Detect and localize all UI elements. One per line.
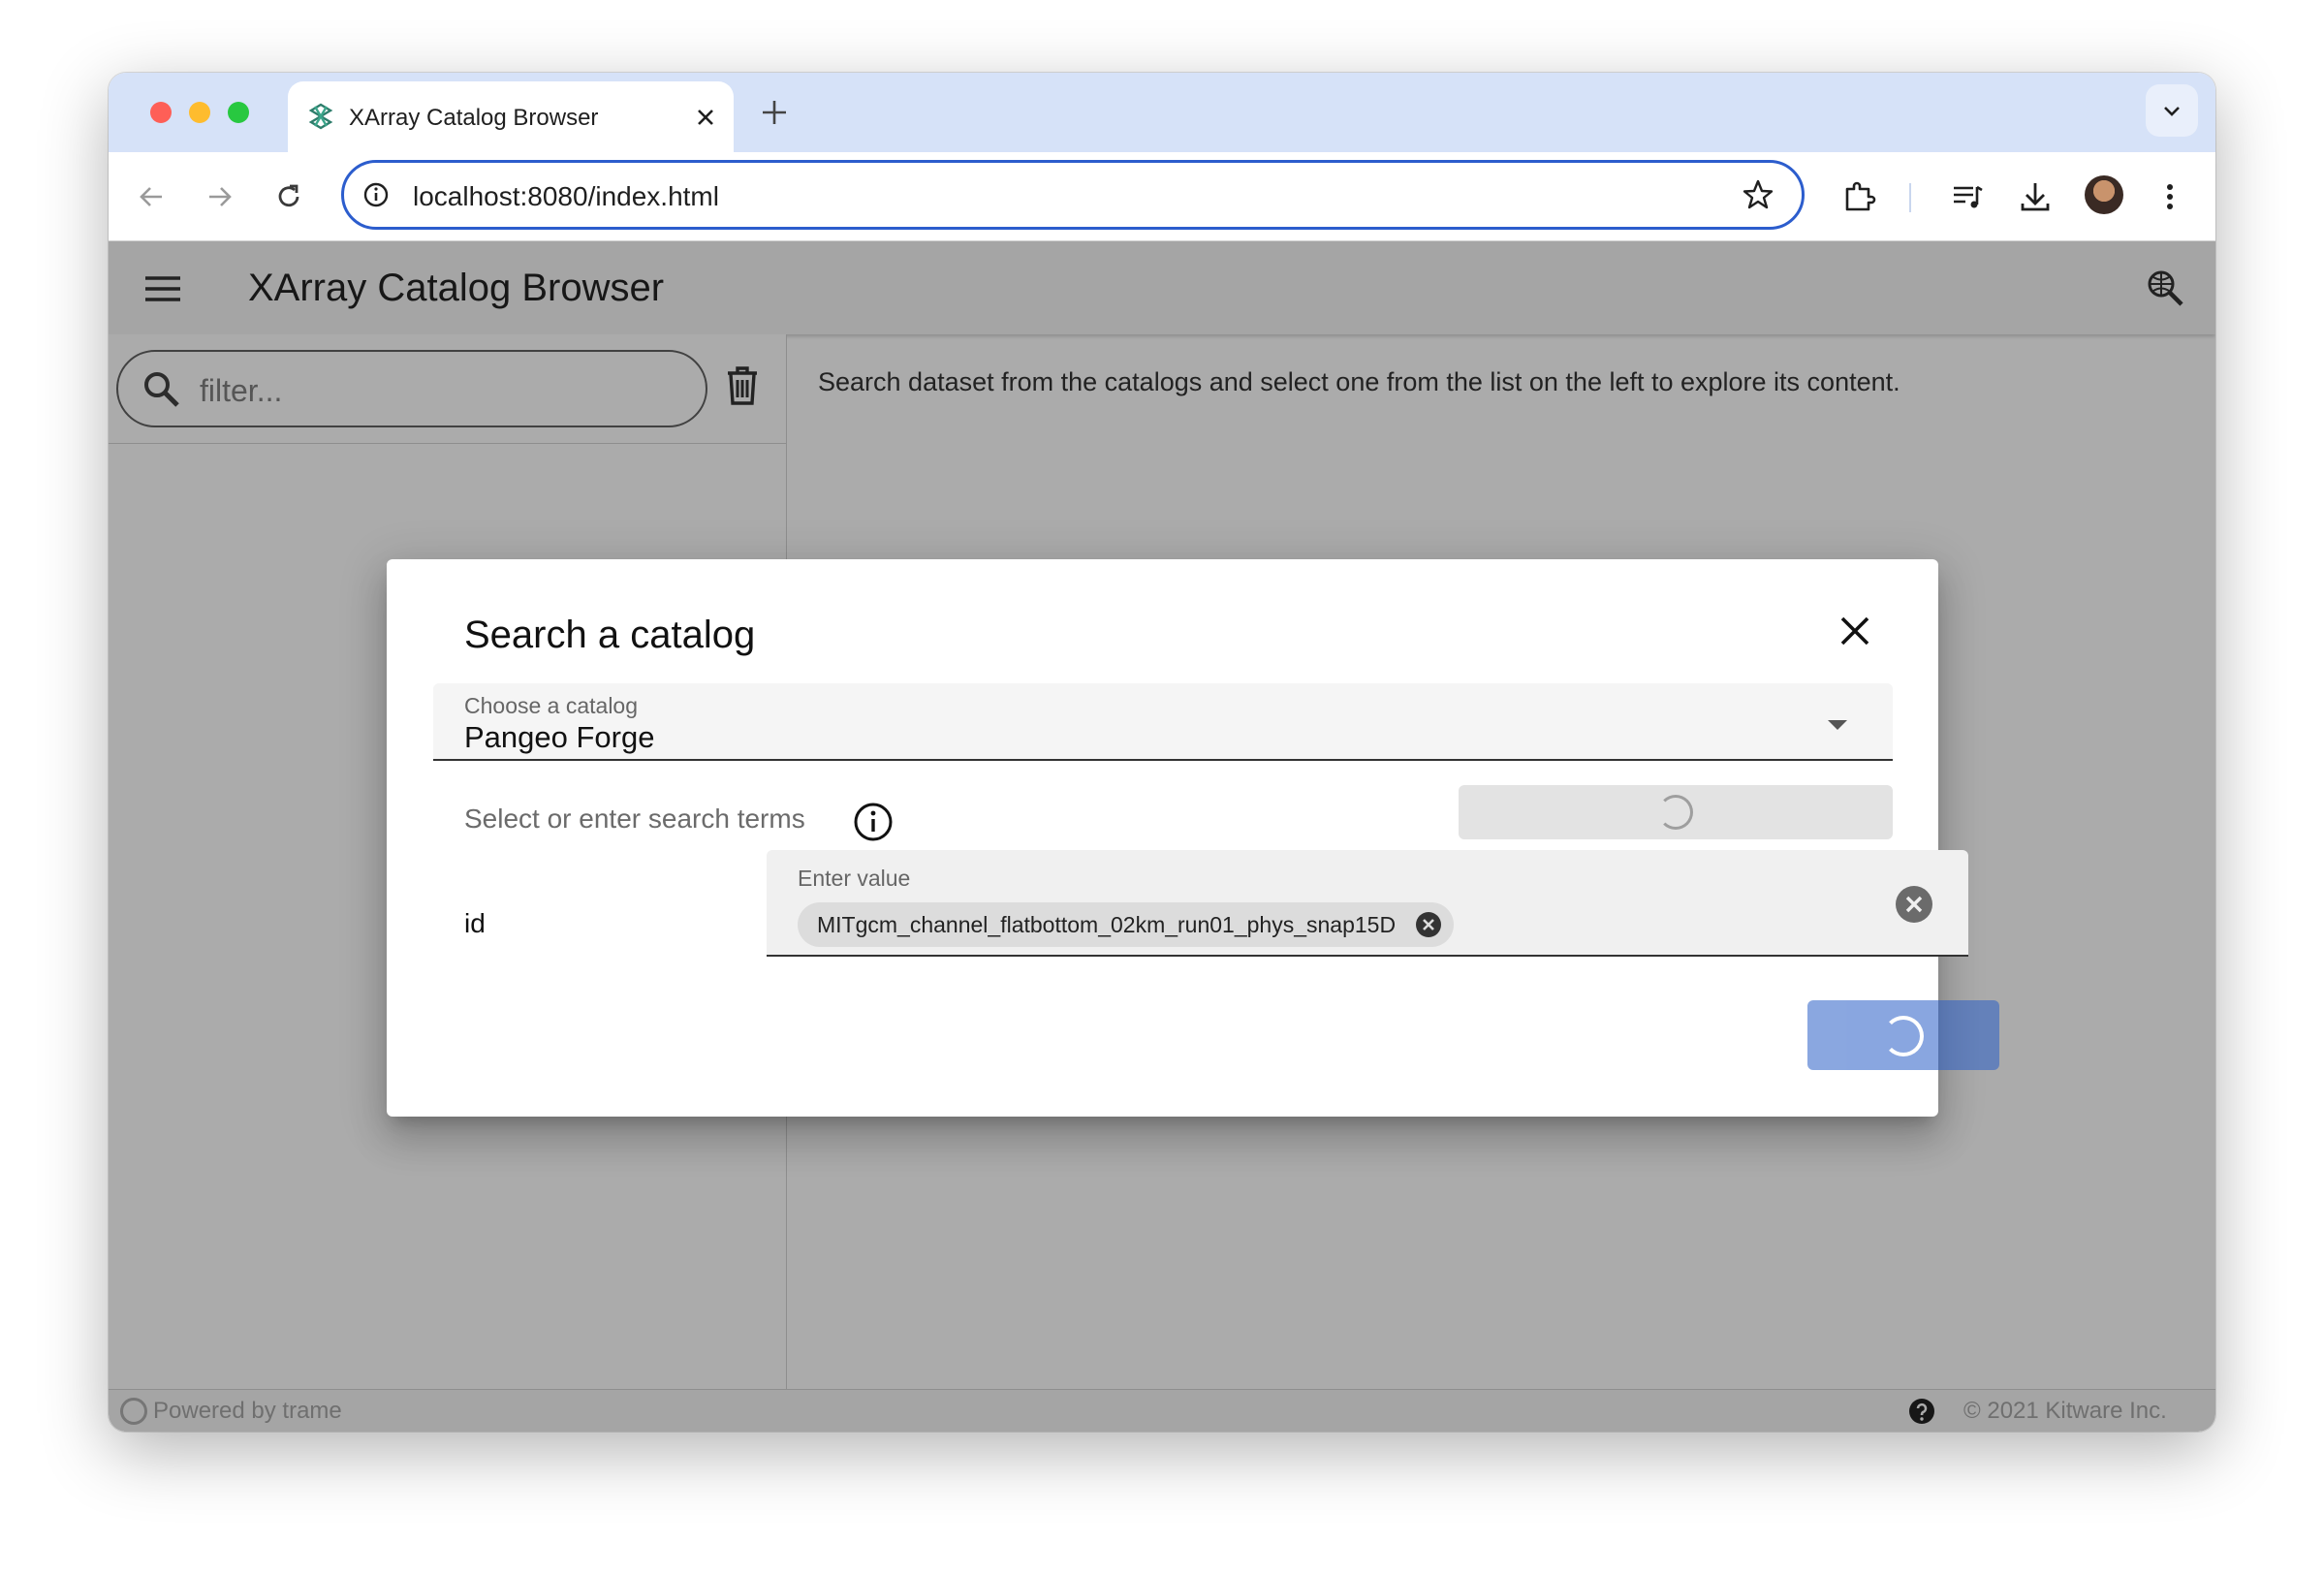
toolbar-divider [1909,183,1911,212]
close-icon[interactable] [693,105,718,130]
extensions-icon[interactable] [1841,179,1876,214]
tab-title: XArray Catalog Browser [349,105,599,131]
browser-tab[interactable]: XArray Catalog Browser [288,81,734,152]
maximize-window-button[interactable] [228,102,249,123]
chip-label: MITgcm_channel_flatbottom_02km_run01_phy… [817,911,1397,937]
tab-strip: XArray Catalog Browser [109,73,2215,152]
back-arrow-icon [140,187,162,206]
value-field-label: Enter value [798,866,911,891]
dialog-title: Search a catalog [464,614,756,656]
search-catalog-dialog: Search a catalog Choose a catalog Pangeo… [387,559,1999,1117]
close-icon[interactable] [1415,911,1442,938]
catalog-select[interactable]: Choose a catalog Pangeo Forge [433,683,1893,761]
plus-icon[interactable] [760,98,789,127]
trame-favicon [308,103,333,130]
tab-search-button[interactable] [2146,84,2198,137]
spinner-icon [1658,795,1693,830]
value-chip[interactable]: MITgcm_channel_flatbottom_02km_run01_phy… [798,902,1455,947]
forward-arrow-icon [209,187,232,206]
browser-window: XArray Catalog Browser localhost:8080/in… [109,73,2215,1432]
avatar[interactable] [2085,175,2123,214]
star-icon[interactable] [1742,178,1774,211]
search-terms-label: Select or enter search terms [464,804,805,834]
download-icon[interactable] [2018,179,2053,214]
address-bar[interactable]: localhost:8080/index.html [341,160,1805,230]
close-window-button[interactable] [150,102,172,123]
reload-icon [278,184,299,207]
forward-button[interactable] [203,179,237,214]
catalog-select-value: Pangeo Forge [464,720,655,754]
url-text: localhost:8080/index.html [413,181,719,211]
clear-icon[interactable] [1895,885,1933,924]
add-term-button[interactable] [1459,785,1893,839]
back-button[interactable] [134,179,169,214]
term-name: id [464,908,486,938]
catalog-select-label: Choose a catalog [464,693,639,718]
more-vert-icon[interactable] [2160,179,2180,214]
info-icon[interactable] [853,802,894,842]
term-value-field[interactable]: Enter value MITgcm_channel_flatbottom_02… [767,850,1968,957]
info-icon[interactable] [361,180,391,209]
chevron-down-icon [2164,107,2180,116]
media-icon[interactable] [1950,179,1985,214]
chevron-down-icon [1828,720,1847,730]
search-button[interactable] [1807,1000,1999,1070]
browser-toolbar: localhost:8080/index.html [109,152,2215,241]
minimize-window-button[interactable] [189,102,210,123]
close-icon[interactable] [1837,614,1872,648]
spinner-icon [1883,1016,1924,1056]
reload-button[interactable] [271,179,306,214]
